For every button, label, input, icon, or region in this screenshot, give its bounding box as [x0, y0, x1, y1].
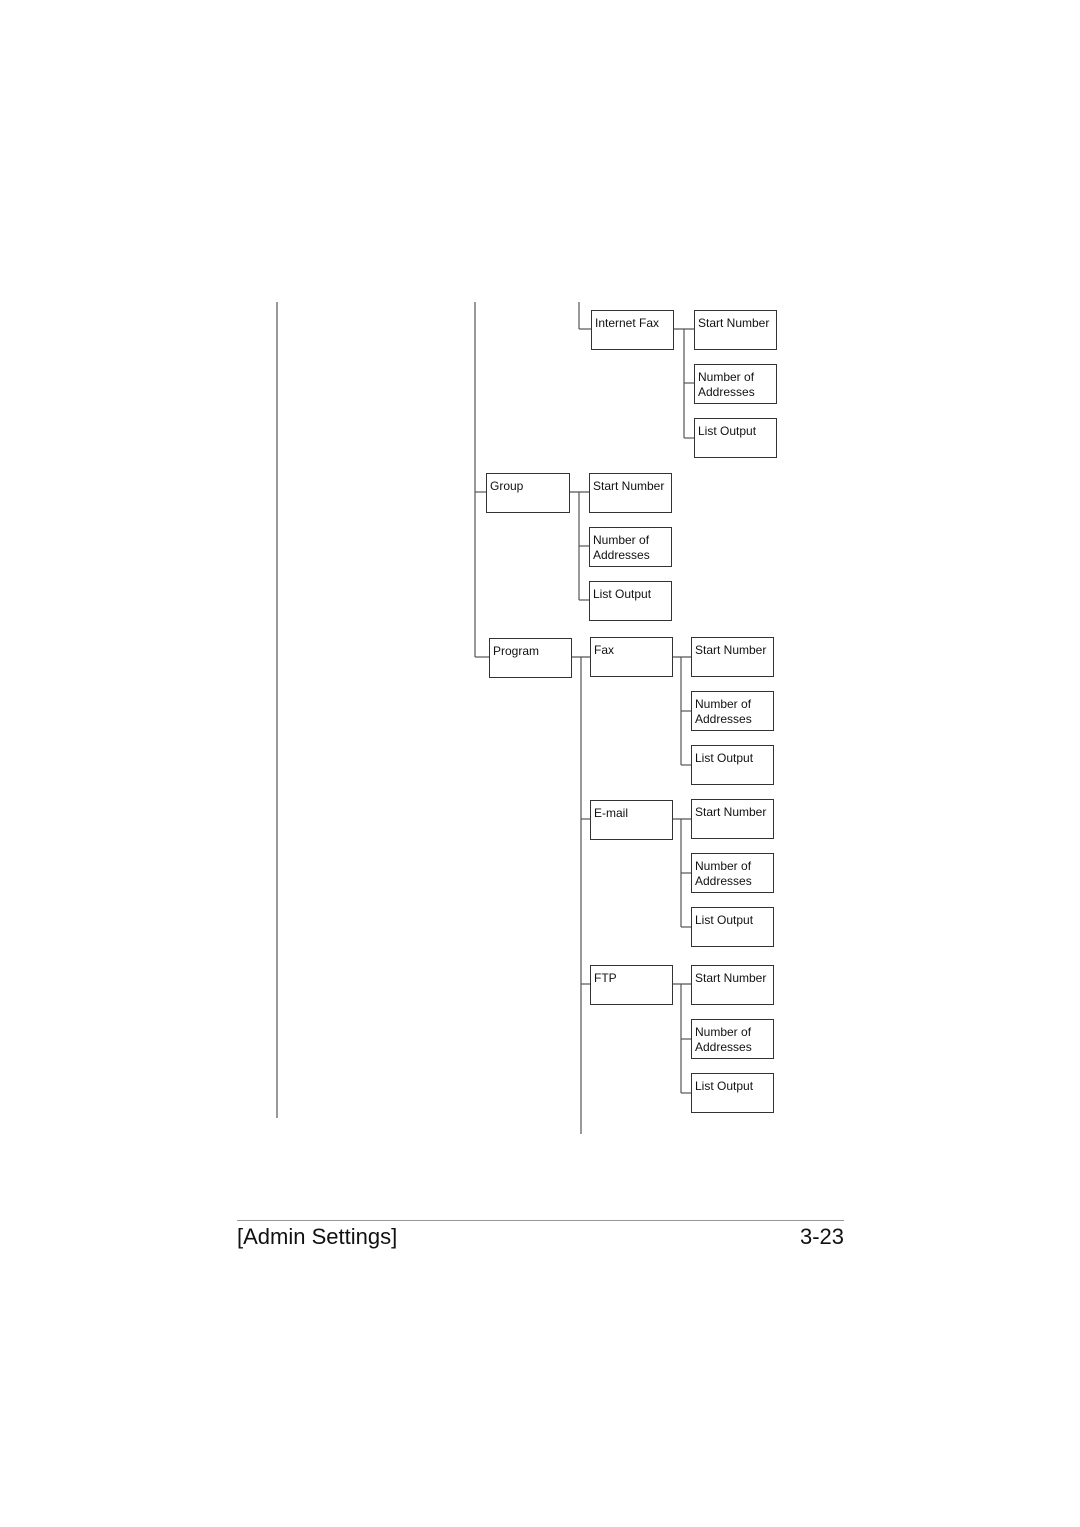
node-fax-list-output: List Output — [691, 745, 774, 785]
node-internet-fax-list-output: List Output — [694, 418, 777, 458]
node-email-list-output: List Output — [691, 907, 774, 947]
node-ftp-number-of-addresses: Number of Addresses — [691, 1019, 774, 1059]
node-email-number-of-addresses: Number of Addresses — [691, 853, 774, 893]
node-group-list-output: List Output — [589, 581, 672, 621]
tree-connectors — [276, 302, 694, 1134]
node-internet-fax: Internet Fax — [591, 310, 674, 350]
node-fax: Fax — [590, 637, 673, 677]
node-program: Program — [489, 638, 572, 678]
node-internet-fax-start-number: Start Number — [694, 310, 777, 350]
node-group-start-number: Start Number — [589, 473, 672, 513]
node-group-number-of-addresses: Number of Addresses — [589, 527, 672, 567]
node-fax-number-of-addresses: Number of Addresses — [691, 691, 774, 731]
node-ftp-start-number: Start Number — [691, 965, 774, 1005]
node-email-start-number: Start Number — [691, 799, 774, 839]
node-ftp: FTP — [590, 965, 673, 1005]
node-internet-fax-number-of-addresses: Number of Addresses — [694, 364, 777, 404]
footer-page-number: 3-23 — [799, 1224, 844, 1249]
manual-page: Internet Fax Start Number Number of Addr… — [0, 0, 1080, 1527]
node-fax-start-number: Start Number — [691, 637, 774, 677]
footer-section-title: [Admin Settings] — [237, 1224, 398, 1249]
node-group: Group — [486, 473, 570, 513]
node-email: E-mail — [590, 800, 673, 840]
footer-divider — [237, 1220, 844, 1221]
node-ftp-list-output: List Output — [691, 1073, 774, 1113]
